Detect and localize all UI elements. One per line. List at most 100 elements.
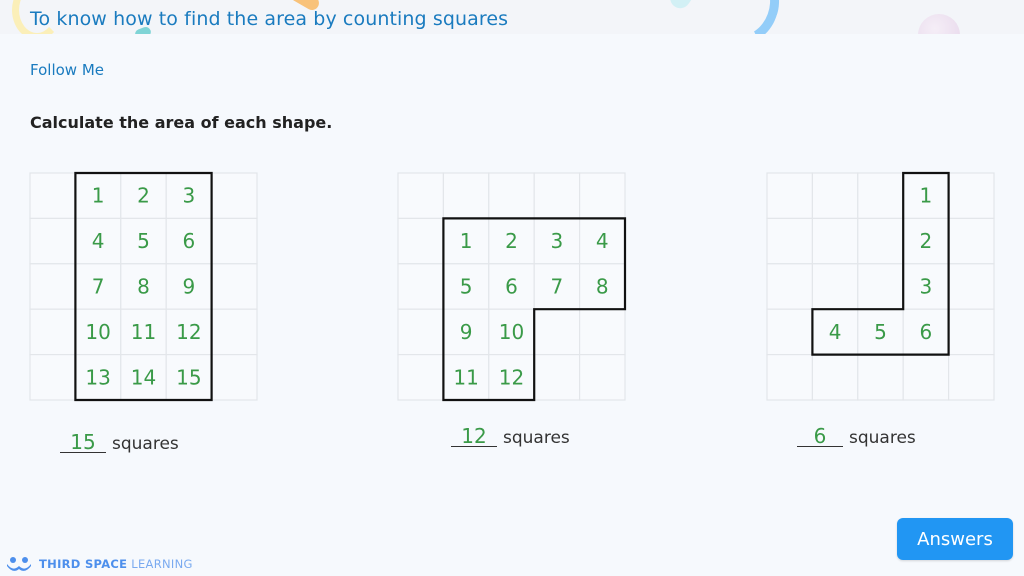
- cell-count-label: 7: [92, 275, 105, 299]
- grid-cell: [766, 354, 814, 401]
- cell-count-label: 4: [92, 229, 105, 253]
- shape-grid-3: 1 2 3 4 5 6: [766, 171, 995, 401]
- cell-count-label: 6: [920, 320, 933, 344]
- grid-cell: [948, 172, 995, 220]
- cell-count-label: 3: [551, 229, 564, 253]
- cell-count-label: 5: [137, 229, 150, 253]
- grid-cell: [579, 172, 626, 220]
- grid-cell: [211, 263, 258, 310]
- cell-count-label: 9: [183, 275, 196, 299]
- grid-cell: [857, 354, 904, 401]
- grid-cell: [811, 172, 859, 220]
- answer-unit: squares: [849, 428, 916, 448]
- grid-cell: [211, 308, 258, 356]
- cell-count-label: 15: [176, 365, 201, 389]
- grid-cell: [857, 263, 904, 310]
- cell-count-label: 10: [85, 320, 110, 344]
- grid-cell: [29, 263, 77, 310]
- logo-icon: [7, 557, 31, 571]
- grid-cell: [397, 172, 445, 220]
- shape-grid-1: 1 2 3 4 5 6 7 8 9 10 11 12 13 14 15: [29, 171, 258, 402]
- cell-count-label: 1: [460, 229, 473, 253]
- cell-count-label: 12: [499, 365, 524, 389]
- answer-unit: squares: [112, 434, 179, 454]
- logo-text: THIRD SPACE LEARNING: [39, 557, 193, 571]
- cell-count-label: 4: [596, 229, 609, 253]
- instruction-text: Calculate the area of each shape.: [30, 113, 333, 132]
- logo-text-light: LEARNING: [131, 557, 193, 571]
- grid-cell: [397, 354, 445, 401]
- cell-count-label: 10: [499, 320, 524, 344]
- decorative-shape: [709, 0, 789, 34]
- grid-cell: [211, 217, 258, 265]
- grid-cell: [948, 354, 995, 401]
- logo-text-bold: THIRD SPACE: [39, 557, 128, 571]
- section-subtitle: Follow Me: [30, 61, 104, 79]
- decorative-shape: [918, 14, 960, 34]
- grid-cell: [211, 354, 258, 401]
- grid-cell: [948, 217, 995, 265]
- grid-cell: [579, 308, 626, 356]
- answers-button[interactable]: Answers: [897, 518, 1013, 560]
- brand-logo: THIRD SPACE LEARNING: [6, 556, 193, 572]
- grid-cell: [397, 217, 445, 265]
- shape-grid-2: 1 2 3 4 5 6 7 8 9 10 11 12: [397, 172, 627, 402]
- grid-cell: [397, 263, 445, 310]
- grid-cell: [29, 217, 77, 265]
- grid-cell: [211, 172, 258, 220]
- grid-cell: [579, 354, 626, 401]
- answer-blank[interactable]: 6: [797, 426, 843, 447]
- answer-unit: squares: [503, 428, 570, 448]
- cell-count-label: 12: [176, 320, 201, 344]
- answer-2: 12 squares: [451, 426, 570, 448]
- cell-count-label: 8: [596, 275, 609, 299]
- grid-cell: [488, 172, 535, 220]
- grid-cell: [811, 263, 859, 310]
- grid-svg: 1 2 3 4 5 6: [766, 171, 995, 401]
- cell-count-label: 8: [137, 275, 150, 299]
- page-title: To know how to find the area by counting…: [30, 8, 509, 30]
- grid-cell: [533, 172, 581, 220]
- answer-1: 15 squares: [60, 432, 179, 454]
- cell-count-label: 11: [453, 365, 478, 389]
- decorative-shape: [666, 0, 706, 13]
- grid-cell: [397, 308, 445, 356]
- grid-cell: [902, 354, 950, 401]
- grid-svg: 1 2 34 5 67 8 910 11 1213 14 15: [29, 171, 258, 402]
- grid-cell: [766, 217, 814, 265]
- answer-blank[interactable]: 15: [60, 432, 106, 453]
- cell-count-label: 2: [920, 229, 933, 253]
- grid-cell: [29, 172, 77, 220]
- grid-cell: [811, 217, 859, 265]
- cell-count-label: 14: [131, 365, 156, 389]
- cell-count-label: 9: [460, 320, 473, 344]
- grid-cell: [948, 308, 995, 356]
- grid-cell: [29, 308, 77, 356]
- cell-count-label: 1: [92, 184, 105, 208]
- cell-count-label: 3: [920, 275, 933, 299]
- cell-count-label: 6: [505, 275, 518, 299]
- cell-count-label: 5: [460, 275, 473, 299]
- grid-cell: [857, 217, 904, 265]
- header-bar: To know how to find the area by counting…: [0, 0, 1024, 34]
- cell-count-label: 1: [920, 184, 933, 208]
- grid-svg: 1 2 3 45 6 7 89 1011 12: [397, 172, 627, 402]
- cell-count-label: 2: [137, 184, 150, 208]
- grid-cell: [766, 172, 814, 220]
- answer-blank[interactable]: 12: [451, 426, 497, 447]
- grid-cell: [948, 263, 995, 310]
- cell-count-label: 5: [874, 320, 887, 344]
- grid-cell: [29, 354, 77, 401]
- grid-cell: [766, 308, 814, 356]
- cell-count-label: 11: [131, 320, 156, 344]
- grid-cell: [533, 354, 581, 401]
- grid-cell: [811, 354, 859, 401]
- cell-count-label: 3: [183, 184, 196, 208]
- cell-count-label: 2: [505, 229, 518, 253]
- cell-count-label: 6: [183, 229, 196, 253]
- grid-cell: [442, 172, 490, 220]
- grid-cell: [857, 172, 904, 220]
- grid-cell: [766, 263, 814, 310]
- grid-cell: [533, 308, 581, 356]
- cell-count-label: 7: [551, 275, 564, 299]
